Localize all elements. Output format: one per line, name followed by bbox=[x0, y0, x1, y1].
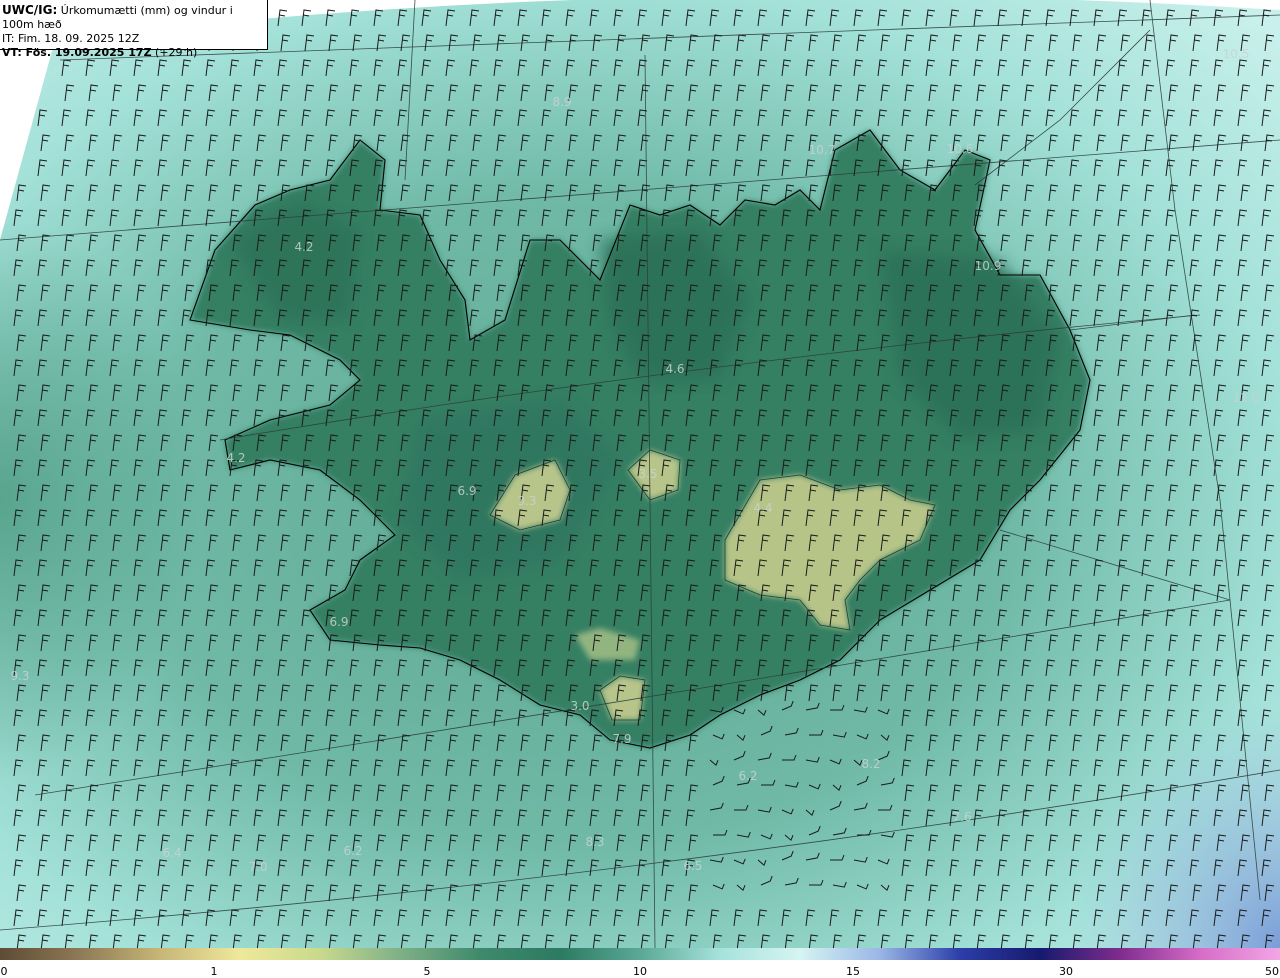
precip-label: 6.5 bbox=[683, 859, 702, 873]
valid-time: Fös. 19.09.2025 17Z bbox=[25, 46, 152, 59]
precip-label: 10.7 bbox=[809, 143, 836, 157]
valid-time-line: VT: Fös. 19.09.2025 17Z (+29 h) bbox=[2, 46, 267, 60]
colorbar-strip bbox=[0, 948, 1280, 960]
colorbar-tick-0: 0 bbox=[0, 965, 8, 978]
precipitation-map: 4.2 4.2 6.9 3.3 4.6 3.5 4.4 6.9 3.0 7.9 6.2 7.6 8.3 6… bbox=[0, 0, 1280, 948]
precip-label: 6.2 bbox=[343, 844, 362, 858]
precip-label: 8.9 bbox=[552, 95, 571, 109]
product-code: UWC/IG: bbox=[2, 3, 58, 17]
precip-label: 4.2 bbox=[226, 451, 245, 465]
precip-label: 4.2 bbox=[294, 240, 313, 254]
precip-label: 6.9 bbox=[329, 615, 348, 629]
precip-label: 6.2 bbox=[738, 769, 757, 783]
colorbar: 0 1 5 10 15 30 50 bbox=[0, 948, 1280, 978]
precip-label: 11.0 bbox=[1233, 391, 1260, 405]
init-time: IT: Fim. 18. 09. 2025 12Z bbox=[2, 32, 140, 45]
precip-label: 3.3 bbox=[517, 494, 536, 508]
precip-label: 7.9 bbox=[612, 732, 631, 746]
precip-label: 6.9 bbox=[457, 484, 476, 498]
colorbar-tick-50: 50 bbox=[1265, 965, 1279, 978]
colorbar-tick-5: 5 bbox=[423, 965, 431, 978]
precip-label: 4.4 bbox=[753, 501, 772, 515]
product-line: UWC/IG: Úrkomumætti (mm) og vindur i 100… bbox=[2, 3, 267, 32]
precip-label: 7.0 bbox=[248, 860, 267, 874]
precip-label: 3.5 bbox=[638, 467, 657, 481]
colorbar-tick-15: 15 bbox=[846, 965, 860, 978]
precip-label: 10.5 bbox=[1223, 47, 1250, 61]
valid-prefix: VT: bbox=[2, 46, 26, 59]
colorbar-tick-1: 1 bbox=[210, 965, 218, 978]
precip-label: 4.6 bbox=[665, 362, 684, 376]
precip-label: 10.9 bbox=[975, 259, 1002, 273]
precip-label: 10.6 bbox=[947, 142, 974, 156]
precip-label: 3.0 bbox=[570, 699, 589, 713]
precip-label: 8.2 bbox=[861, 757, 880, 771]
precip-label: 8.3 bbox=[585, 835, 604, 849]
map-info-box: UWC/IG: Úrkomumætti (mm) og vindur i 100… bbox=[0, 0, 268, 59]
precip-label: 7.6 bbox=[952, 810, 971, 824]
colorbar-tick-30: 30 bbox=[1059, 965, 1073, 978]
colorbar-tick-10: 10 bbox=[633, 965, 647, 978]
precip-label: 6.4 bbox=[162, 846, 181, 860]
precip-label: 9.3 bbox=[10, 669, 29, 683]
lead-time: (+29 h) bbox=[155, 46, 198, 59]
